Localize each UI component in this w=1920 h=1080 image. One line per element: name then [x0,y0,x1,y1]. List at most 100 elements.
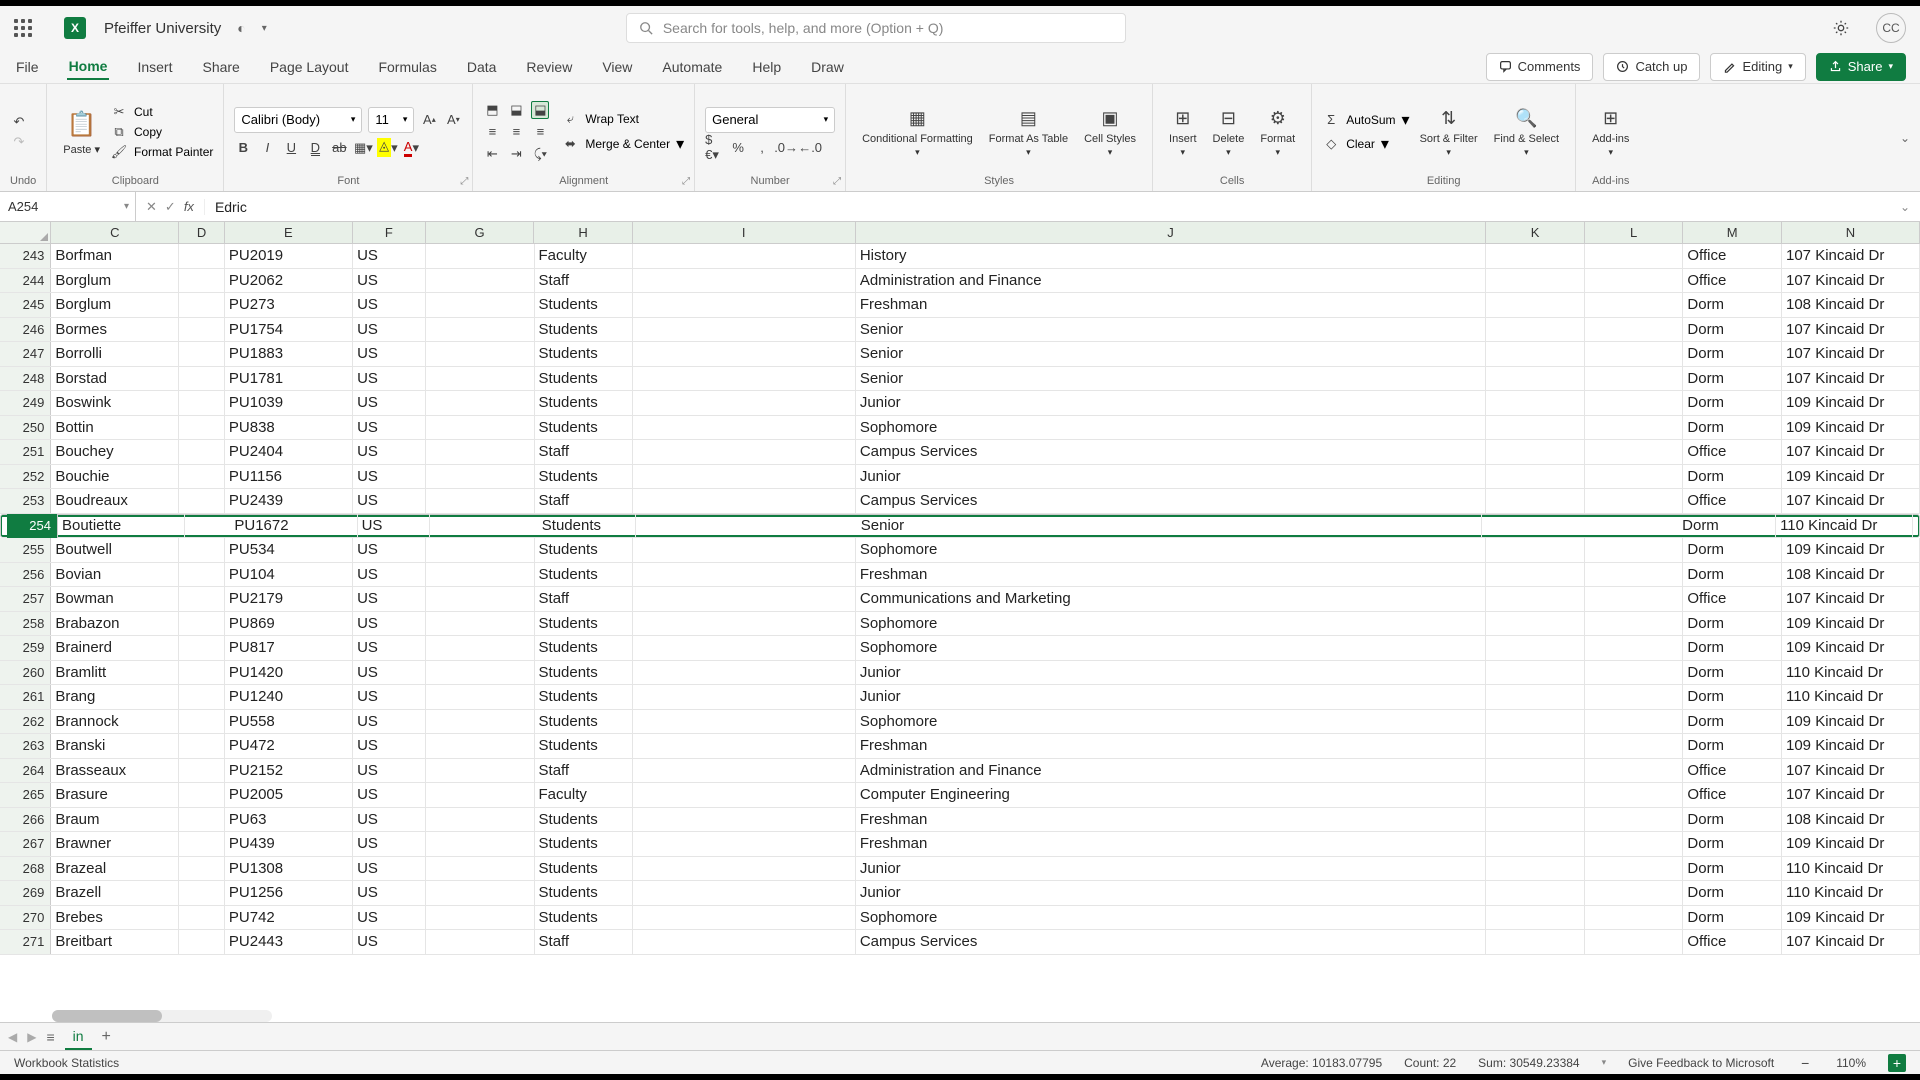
cell[interactable] [1585,808,1684,832]
table-row[interactable]: 244BorglumPU2062USStaffAdministration an… [0,269,1920,294]
app-launcher-icon[interactable] [14,19,32,37]
cell[interactable] [1486,318,1585,342]
cell[interactable]: Junior [856,661,1486,685]
cell[interactable] [426,269,534,293]
row-header[interactable]: 254 [7,514,58,539]
cell[interactable] [1585,881,1684,905]
row-header[interactable]: 260 [0,661,51,685]
cell[interactable]: Students [535,391,634,415]
cell[interactable] [1486,538,1585,562]
cell[interactable]: PU2005 [225,783,353,807]
cell[interactable] [633,661,856,685]
cell[interactable] [1486,857,1585,881]
cell[interactable]: Students [535,293,634,317]
tab-review[interactable]: Review [524,55,574,79]
cell[interactable]: US [353,685,426,709]
sheet-next-icon[interactable]: ▶ [27,1030,36,1044]
row-header[interactable]: 244 [0,269,51,293]
cell[interactable] [1585,661,1684,685]
cell[interactable] [426,293,534,317]
cell[interactable]: 108 Kincaid Dr [1782,293,1920,317]
cell[interactable]: Brabazon [51,612,179,636]
merge-center-button[interactable]: ⬌Merge & Center ▾ [561,134,684,154]
format-painter-button[interactable]: 🖌Format Painter [110,143,213,161]
cell[interactable] [426,710,534,734]
cell[interactable] [426,636,534,660]
table-row[interactable]: 255BoutwellPU534USStudentsSophomoreDorm1… [0,538,1920,563]
cell[interactable]: Staff [535,759,634,783]
cell[interactable]: Staff [535,269,634,293]
italic-button[interactable]: I [258,139,276,157]
cell[interactable]: 107 Kincaid Dr [1782,783,1920,807]
cell[interactable] [1585,930,1684,954]
cell[interactable]: Students [535,906,634,930]
cell[interactable]: US [353,489,426,513]
sheet-tab-active[interactable]: in [65,1024,92,1050]
cell[interactable] [1486,342,1585,366]
tab-view[interactable]: View [600,55,634,79]
cell[interactable] [426,930,534,954]
cell[interactable] [179,857,224,881]
cell[interactable]: US [353,563,426,587]
cell[interactable]: Boutiette [58,514,185,539]
number-dialog-launcher-icon[interactable]: ⤢ [833,176,841,187]
paste-button[interactable]: 📋Paste ▾ [57,105,106,158]
cell[interactable] [1585,563,1684,587]
cell[interactable] [1585,391,1684,415]
cell[interactable]: US [353,930,426,954]
cell[interactable]: Office [1683,587,1782,611]
row-header[interactable]: 249 [0,391,51,415]
row-header[interactable]: 248 [0,367,51,391]
cell[interactable] [179,783,224,807]
cell[interactable] [426,587,534,611]
table-row[interactable]: 258BrabazonPU869USStudentsSophomoreDorm1… [0,612,1920,637]
column-header[interactable]: M [1683,222,1782,243]
cell[interactable]: Borglum [51,269,179,293]
cell[interactable] [1486,489,1585,513]
cell[interactable] [179,416,224,440]
cell[interactable]: Senior [856,367,1486,391]
cell[interactable]: Junior [856,465,1486,489]
cell[interactable]: Dorm [1683,906,1782,930]
cell[interactable]: Dorm [1683,563,1782,587]
cell[interactable] [179,342,224,366]
table-row[interactable]: 271BreitbartPU2443USStaffCampus Services… [0,930,1920,955]
column-header[interactable]: E [225,222,353,243]
cell[interactable] [179,661,224,685]
cell[interactable]: Dorm [1683,857,1782,881]
cell[interactable]: Borglum [51,293,179,317]
cell[interactable] [426,783,534,807]
cell[interactable] [426,612,534,636]
cell-styles-button[interactable]: ▣Cell Styles▾ [1078,103,1142,160]
cell[interactable]: PU742 [225,906,353,930]
cell[interactable] [179,489,224,513]
cell[interactable] [426,342,534,366]
cell[interactable] [426,489,534,513]
increase-indent-button[interactable]: ⇥ [507,145,525,163]
tab-home[interactable]: Home [67,54,110,80]
cell[interactable] [1585,440,1684,464]
cell[interactable]: PU2443 [225,930,353,954]
tab-formulas[interactable]: Formulas [376,55,438,79]
cell[interactable]: 109 Kincaid Dr [1782,636,1920,660]
all-sheets-icon[interactable]: ≡ [46,1029,54,1045]
cell[interactable]: Bramlitt [51,661,179,685]
row-header[interactable]: 250 [0,416,51,440]
cell[interactable] [179,881,224,905]
cell[interactable]: US [353,318,426,342]
table-row[interactable]: 265BrasurePU2005USFacultyComputer Engine… [0,783,1920,808]
cell[interactable] [1585,538,1684,562]
cell[interactable]: Dorm [1678,514,1776,539]
cell[interactable]: PU2179 [225,587,353,611]
table-row[interactable]: 263BranskiPU472USStudentsFreshmanDorm109… [0,734,1920,759]
table-row[interactable]: 247BorrolliPU1883USStudentsSeniorDorm107… [0,342,1920,367]
catchup-button[interactable]: Catch up [1603,53,1700,81]
cell[interactable] [1486,783,1585,807]
row-header[interactable]: 262 [0,710,51,734]
cell[interactable]: PU1156 [225,465,353,489]
cell[interactable] [633,318,856,342]
font-name-select[interactable]: Calibri (Body)▾ [234,107,362,133]
cell[interactable]: 108 Kincaid Dr [1782,808,1920,832]
cell[interactable]: US [353,636,426,660]
editing-mode-button[interactable]: Editing▾ [1710,53,1805,81]
